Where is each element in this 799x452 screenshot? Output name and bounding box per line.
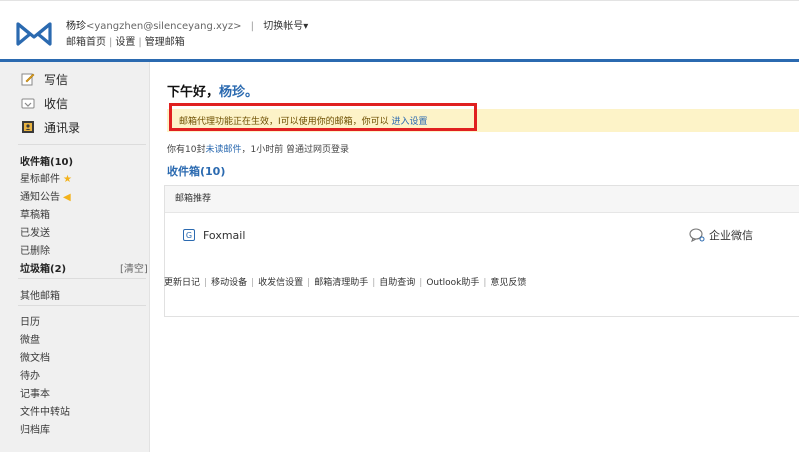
clear-spam-link[interactable]: [清空] bbox=[120, 260, 148, 275]
contacts-label: 通讯录 bbox=[44, 120, 81, 135]
footer-link-feedback[interactable]: 意见反馈 bbox=[490, 278, 526, 288]
compose-icon bbox=[20, 71, 36, 87]
sidebar-item-starred[interactable]: 星标邮件 ★ bbox=[20, 170, 72, 185]
receive-button[interactable]: 收信 bbox=[20, 94, 68, 112]
proxy-notice-banner: 邮箱代理功能正在生效，I可以使用你的邮箱，你可以 进入设置 bbox=[167, 103, 799, 132]
mailbox-recommend-panel: 邮箱推荐 G Foxmail 企业微信 bbox=[164, 185, 799, 317]
footer-link-send-receive-settings[interactable]: 收发信设置 bbox=[258, 278, 303, 288]
link-separator: | bbox=[109, 37, 113, 48]
foxmail-label: Foxmail bbox=[203, 228, 246, 242]
sidebar-divider bbox=[18, 144, 146, 145]
foxmail-icon: G bbox=[183, 229, 195, 241]
switch-account-button[interactable]: 切换帐号▾ bbox=[263, 21, 308, 32]
footer-separator: | bbox=[307, 278, 311, 288]
sidebar-item-sent[interactable]: 已发送 bbox=[20, 224, 50, 239]
wework-label: 企业微信 bbox=[709, 229, 753, 242]
wework-link[interactable]: 企业微信 bbox=[689, 224, 753, 246]
sidebar-item-notes[interactable]: 记事本 bbox=[20, 385, 50, 400]
inbox-receive-icon bbox=[20, 95, 36, 111]
compose-button[interactable]: 写信 bbox=[20, 70, 68, 88]
enter-settings-link[interactable]: 进入设置 bbox=[392, 117, 428, 127]
mailbox-home-link[interactable]: 邮箱首页 bbox=[66, 37, 106, 48]
top-border bbox=[0, 0, 799, 1]
inbox-link[interactable]: 收件箱(10) bbox=[167, 163, 225, 179]
footer-link-changelog[interactable]: 更新日记 bbox=[164, 278, 200, 288]
receive-label: 收信 bbox=[44, 96, 69, 111]
unread-mail-link[interactable]: 未读邮件 bbox=[205, 145, 241, 155]
unread-suffix: ，1小时前 曾通过网页登录 bbox=[241, 145, 350, 155]
greeting-prefix: 下午好， bbox=[167, 85, 220, 100]
sidebar-item-label: 星标邮件 bbox=[20, 174, 60, 185]
star-icon: ★ bbox=[63, 174, 72, 185]
sidebar-item-archive[interactable]: 归档库 bbox=[20, 421, 50, 436]
sidebar-divider bbox=[18, 305, 146, 306]
footer-link-outlook[interactable]: Outlook助手 bbox=[426, 278, 479, 288]
sidebar-item-drafts[interactable]: 草稿箱 bbox=[20, 206, 50, 221]
account-links: 邮箱首页 | 设置 | 管理邮箱 bbox=[66, 33, 185, 48]
notice-text: 邮箱代理功能正在生效，I可以使用你的邮箱，你可以 进入设置 bbox=[179, 114, 428, 127]
manage-mailbox-link[interactable]: 管理邮箱 bbox=[145, 37, 185, 48]
unread-prefix: 你有10封 bbox=[167, 145, 206, 155]
sidebar-divider bbox=[18, 278, 146, 279]
footer-link-self-service[interactable]: 自助查询 bbox=[379, 278, 415, 288]
user-name: 杨珍 bbox=[66, 21, 86, 32]
footer-link-mobile[interactable]: 移动设备 bbox=[211, 278, 247, 288]
greeting: 下午好，杨珍。 bbox=[167, 81, 258, 100]
wework-icon bbox=[689, 228, 705, 243]
footer-separator: | bbox=[419, 278, 423, 288]
account-line: 杨珍<yangzhen@silenceyang.xyz> | 切换帐号▾ bbox=[66, 17, 308, 32]
contacts-icon bbox=[20, 119, 36, 135]
sidebar-item-label: 通知公告 bbox=[20, 192, 60, 203]
sidebar-item-todo[interactable]: 待办 bbox=[20, 367, 40, 382]
unread-summary: 你有10封未读邮件，1小时前 曾通过网页登录 bbox=[167, 142, 349, 155]
footer-links: 更新日记 | 移动设备 | 收发信设置 | 邮箱清理助手 | 自助查询 | Outlook助手 | 意见… bbox=[164, 275, 526, 288]
notice-message: 邮箱代理功能正在生效，I可以使用你的邮箱，你可以 bbox=[179, 117, 392, 127]
header: 杨珍<yangzhen@silenceyang.xyz> | 切换帐号▾ 邮箱首… bbox=[0, 0, 799, 59]
settings-link[interactable]: 设置 bbox=[115, 37, 135, 48]
sidebar-item-calendar[interactable]: 日历 bbox=[20, 313, 40, 328]
footer-separator: | bbox=[483, 278, 487, 288]
footer-separator: | bbox=[372, 278, 376, 288]
sidebar-item-file-transfer[interactable]: 文件中转站 bbox=[20, 403, 70, 418]
user-email: <yangzhen@silenceyang.xyz> bbox=[86, 21, 242, 32]
footer-link-cleanup[interactable]: 邮箱清理助手 bbox=[314, 278, 368, 288]
main-content: 下午好，杨珍。 邮箱代理功能正在生效，I可以使用你的邮箱，你可以 进入设置 你有… bbox=[150, 62, 799, 452]
link-separator: | bbox=[138, 37, 142, 48]
sidebar: 写信 收信 通讯录 收件箱(10) 星标邮件 ★ 通知公告 ◀ 草稿箱 已发送 已删… bbox=[0, 62, 150, 452]
sidebar-item-deleted[interactable]: 已删除 bbox=[20, 242, 50, 257]
speaker-icon: ◀ bbox=[63, 192, 71, 203]
footer-separator: | bbox=[251, 278, 255, 288]
sidebar-item-other-mailbox[interactable]: 其他邮箱 bbox=[20, 287, 60, 302]
greeting-name: 杨珍。 bbox=[219, 85, 259, 100]
sidebar-item-docs[interactable]: 微文档 bbox=[20, 349, 50, 364]
compose-label: 写信 bbox=[44, 72, 69, 87]
header-separator: | bbox=[250, 21, 255, 32]
contacts-button[interactable]: 通讯录 bbox=[20, 118, 80, 136]
sidebar-item-inbox[interactable]: 收件箱(10) bbox=[20, 153, 73, 168]
sidebar-item-notices[interactable]: 通知公告 ◀ bbox=[20, 188, 71, 203]
foxmail-link[interactable]: G Foxmail bbox=[183, 224, 245, 246]
footer-separator: | bbox=[204, 278, 208, 288]
sidebar-item-spam[interactable]: 垃圾箱(2) bbox=[20, 260, 66, 275]
sidebar-item-drive[interactable]: 微盘 bbox=[20, 331, 40, 346]
mail-logo-icon[interactable] bbox=[14, 20, 54, 48]
recommend-title: 邮箱推荐 bbox=[165, 186, 799, 213]
